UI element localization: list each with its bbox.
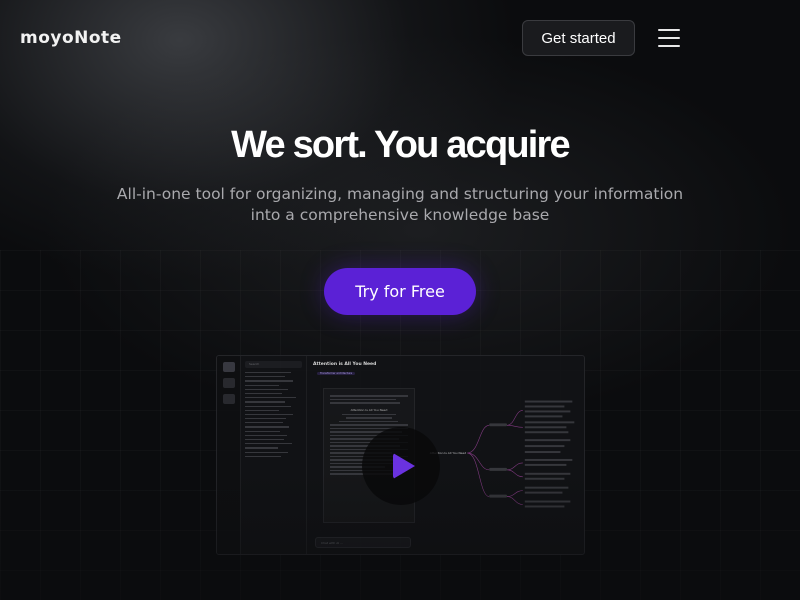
preview-pdf-heading: Attention Is All You Need: [350, 407, 388, 412]
play-icon: [393, 453, 415, 479]
preview-rail: [217, 356, 241, 554]
play-video-button[interactable]: [362, 427, 440, 505]
try-for-free-button[interactable]: Try for Free: [324, 268, 476, 315]
preview-sidebar: Search: [241, 356, 307, 554]
preview-search: Search: [245, 361, 302, 368]
get-started-button[interactable]: Get started: [522, 20, 635, 56]
preview-chat-input[interactable]: Chat with AI ...: [315, 537, 411, 548]
preview-doc-tag: Transformer architecture: [317, 372, 356, 375]
hero-subtitle: All-in-one tool for organizing, managing…: [116, 185, 684, 224]
hero-title: We sort. You acquire: [231, 124, 571, 166]
preview-doc-meta: Transformer architecture: [313, 371, 421, 375]
brand-logo[interactable]: moyoNote: [20, 28, 122, 48]
preview-doc-title: Attention is All You Need: [313, 362, 377, 367]
header-actions: Get started: [522, 20, 680, 56]
preview-mind-map: Attention Is All You Need: [430, 400, 575, 508]
hamburger-menu-icon[interactable]: [658, 29, 680, 47]
